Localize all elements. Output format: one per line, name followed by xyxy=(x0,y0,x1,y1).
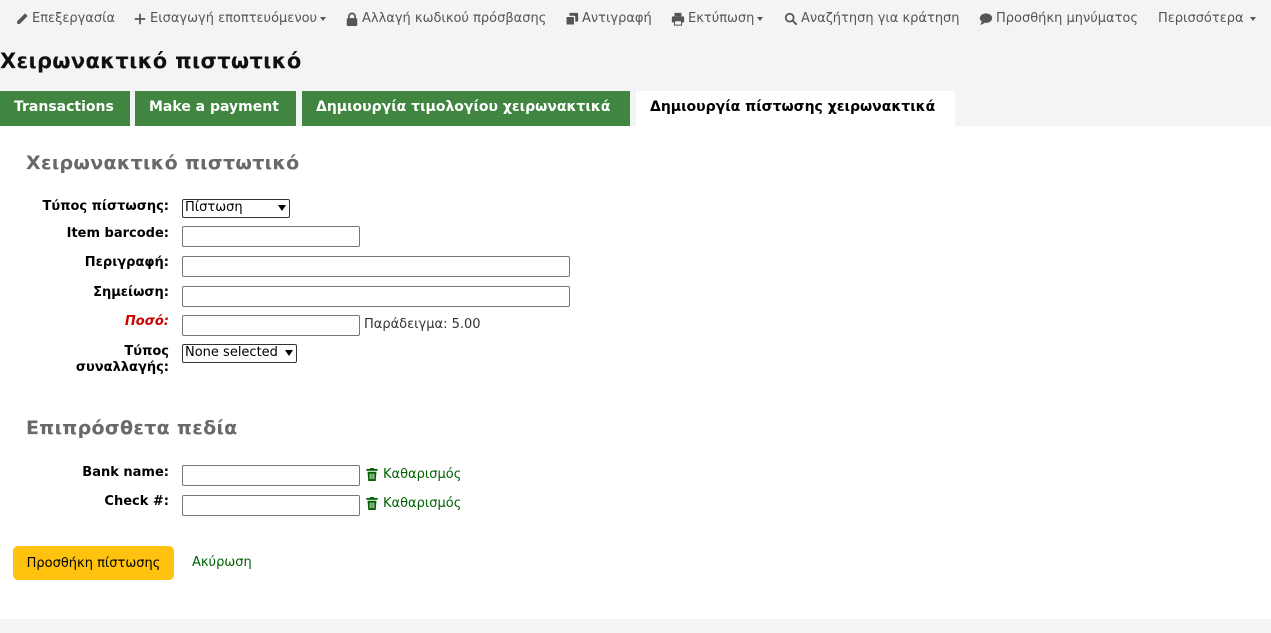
search-icon xyxy=(784,12,798,25)
barcode-input[interactable] xyxy=(182,226,360,247)
edit-button[interactable]: Επεξεργασία xyxy=(15,11,115,26)
note-label: Σημείωση: xyxy=(93,285,169,300)
pencil-icon xyxy=(17,12,28,24)
more-menu[interactable]: Περισσότερα xyxy=(1158,11,1256,26)
credit-type-label: Τύπος πίστωσης: xyxy=(42,199,169,214)
copy-icon xyxy=(565,12,579,26)
description-label: Περιγραφή: xyxy=(84,255,169,270)
clear-label: Καθαρισμός xyxy=(383,496,462,511)
extra-fields-title: Επιπρόσθετα πεδία xyxy=(26,417,238,439)
change-password-button[interactable]: Αλλαγή κωδικού πρόσβασης xyxy=(345,11,546,26)
chevron-down-icon xyxy=(320,17,327,21)
clear-label: Καθαρισμός xyxy=(383,467,462,482)
tab-create-credit[interactable]: Δημιουργία πίστωσης χειρωνακτικά xyxy=(636,91,955,127)
form-section-title: Χειρωνακτικό πιστωτικό xyxy=(26,152,300,174)
tab-create-invoice[interactable]: Δημιουργία τιμολογίου χειρωνακτικά xyxy=(302,91,630,126)
comment-icon xyxy=(979,12,993,25)
amount-input[interactable] xyxy=(182,315,360,336)
chevron-down-icon xyxy=(285,350,293,356)
trash-icon xyxy=(366,497,378,510)
page-title: Χειρωνακτικό πιστωτικό xyxy=(0,49,302,73)
transaction-type-label-line1: Τύπος xyxy=(124,344,169,359)
note-input[interactable] xyxy=(182,286,570,307)
barcode-label: Item barcode: xyxy=(66,226,169,241)
chevron-down-icon xyxy=(1249,17,1256,21)
bank-name-input[interactable] xyxy=(182,465,360,486)
print-button[interactable]: Εκτύπωση xyxy=(671,11,764,26)
credit-type-value: Πίστωση xyxy=(185,200,243,215)
clear-bank-name-link[interactable]: Καθαρισμός xyxy=(366,467,461,482)
bank-name-label: Bank name: xyxy=(82,465,169,480)
tab-bar: Transactions Make a payment Δημιουργία τ… xyxy=(0,91,1271,127)
amount-label: Ποσό: xyxy=(124,314,169,329)
search-hold-button[interactable]: Αναζήτηση για κράτηση xyxy=(784,11,960,26)
add-credit-button[interactable]: Προσθήκη πίστωσης xyxy=(13,546,174,580)
lock-icon xyxy=(346,12,358,26)
print-label: Εκτύπωση xyxy=(688,11,755,26)
transaction-type-label-line2: συναλλαγής: xyxy=(75,360,169,375)
plus-icon xyxy=(134,13,146,24)
transaction-type-select[interactable]: None selected xyxy=(182,344,297,363)
toolbar: Επεξεργασία Εισαγωγή εποπτευόμενου Αλλαγ… xyxy=(0,0,1271,38)
transaction-type-value: None selected xyxy=(185,345,278,360)
duplicate-button[interactable]: Αντιγραφή xyxy=(565,11,652,26)
search-hold-label: Αναζήτηση για κράτηση xyxy=(801,11,960,26)
add-guarantor-button[interactable]: Εισαγωγή εποπτευόμενου xyxy=(133,11,327,26)
tab-transactions[interactable]: Transactions xyxy=(0,91,130,126)
cancel-link[interactable]: Ακύρωση xyxy=(192,555,252,570)
add-message-label: Προσθήκη μηνύματος xyxy=(996,11,1138,26)
add-message-button[interactable]: Προσθήκη μηνύματος xyxy=(979,11,1138,26)
more-label: Περισσότερα xyxy=(1158,11,1244,26)
credit-type-select[interactable]: Πίστωση xyxy=(182,199,290,218)
duplicate-label: Αντιγραφή xyxy=(582,11,652,26)
tab-make-payment[interactable]: Make a payment xyxy=(135,91,296,126)
check-number-input[interactable] xyxy=(182,495,360,516)
chevron-down-icon xyxy=(278,205,286,211)
add-guarantor-label: Εισαγωγή εποπτευόμενου xyxy=(150,11,318,26)
chevron-down-icon xyxy=(757,17,764,21)
credit-form-panel: Χειρωνακτικό πιστωτικό Τύπος πίστωσης: Π… xyxy=(0,126,1271,619)
trash-icon xyxy=(366,468,378,481)
clear-check-number-link[interactable]: Καθαρισμός xyxy=(366,496,461,511)
description-input[interactable] xyxy=(182,256,570,277)
transaction-type-label: Τύπος συναλλαγής: xyxy=(0,344,169,376)
check-number-label: Check #: xyxy=(104,494,169,509)
change-password-label: Αλλαγή κωδικού πρόσβασης xyxy=(362,11,547,26)
amount-hint: Παράδειγμα: 5.00 xyxy=(364,317,481,332)
printer-icon xyxy=(671,12,685,26)
edit-label: Επεξεργασία xyxy=(32,11,116,26)
